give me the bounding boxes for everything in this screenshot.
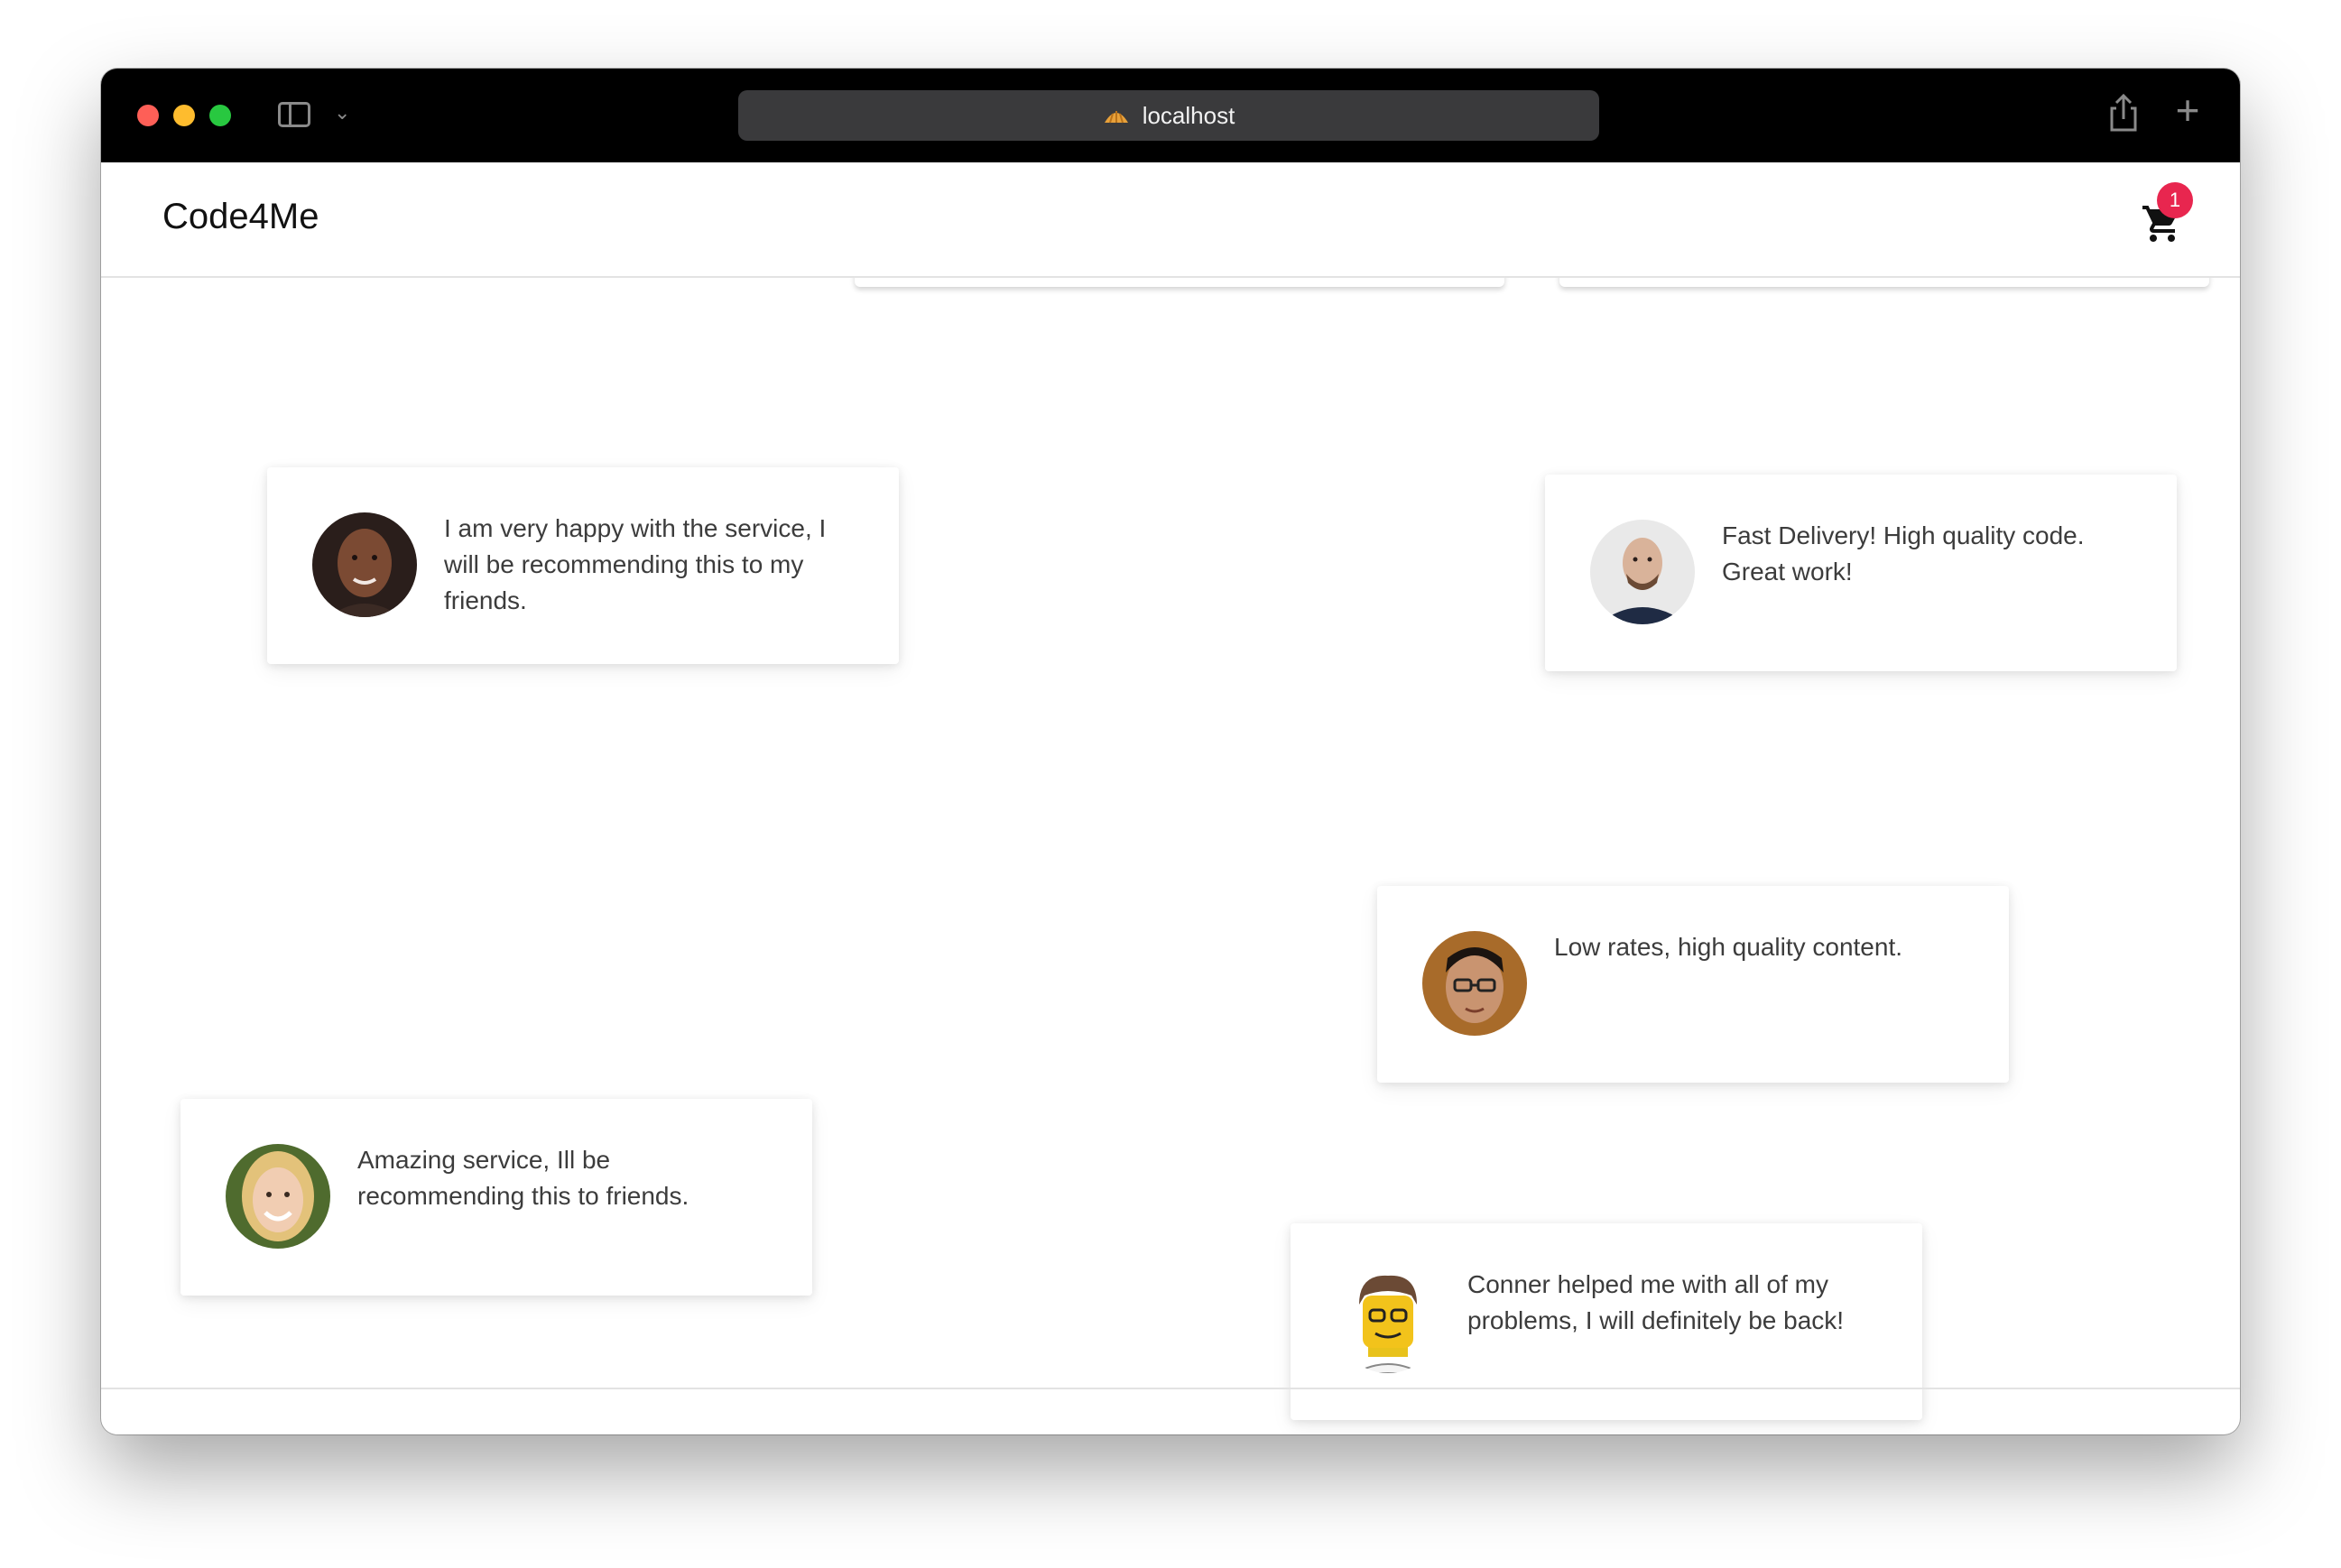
woman-dark-hair-avatar-icon xyxy=(312,512,417,617)
maximize-window-button[interactable] xyxy=(209,105,231,126)
close-window-button[interactable] xyxy=(137,105,159,126)
testimonial-card: Amazing service, Ill be recommending thi… xyxy=(180,1099,812,1296)
avatar xyxy=(1336,1268,1440,1373)
share-icon[interactable] xyxy=(2108,94,2139,132)
avatar xyxy=(1590,520,1695,624)
woman-blonde-avatar-icon xyxy=(226,1144,330,1249)
divider xyxy=(101,1388,2240,1389)
address-text: localhost xyxy=(1142,101,1235,129)
lego-figure-avatar-icon xyxy=(1336,1268,1440,1373)
address-bar[interactable]: localhost xyxy=(738,90,1599,141)
site-favicon-icon xyxy=(1104,111,1128,124)
sidebar-toggle-icon[interactable] xyxy=(278,102,310,127)
avatar xyxy=(312,512,417,617)
brand-logo[interactable]: Code4Me xyxy=(162,197,319,237)
testimonial-text: Amazing service, Ill be recommending thi… xyxy=(357,1146,689,1210)
man-glasses-avatar-icon xyxy=(1422,931,1527,1036)
testimonial-text: Conner helped me with all of my problems… xyxy=(1467,1270,1845,1334)
page: ⌄ localhost + Code4Me 1 I am very happy … xyxy=(0,0,2341,1568)
browser-window: ⌄ localhost + Code4Me 1 I am very happy … xyxy=(101,69,2240,1434)
avatar xyxy=(1422,931,1527,1036)
cart-count-badge: 1 xyxy=(2157,182,2193,218)
testimonial-text: Low rates, high quality content. xyxy=(1554,933,1903,961)
avatar xyxy=(226,1144,330,1249)
new-tab-icon[interactable]: + xyxy=(2170,89,2206,131)
browser-titlebar: ⌄ localhost + xyxy=(101,69,2240,162)
testimonial-text: I am very happy with the service, I will… xyxy=(444,514,827,614)
app-header: Code4Me 1 xyxy=(101,162,2240,278)
testimonial-card: Conner helped me with all of my problems… xyxy=(1291,1223,1922,1420)
testimonial-text: Fast Delivery! High quality code. Great … xyxy=(1722,521,2085,586)
man-bald-avatar-icon xyxy=(1590,520,1695,624)
chevron-down-icon[interactable]: ⌄ xyxy=(334,103,350,123)
testimonials-section: I am very happy with the service, I will… xyxy=(101,269,2240,1420)
testimonial-card: I am very happy with the service, I will… xyxy=(267,467,899,664)
testimonial-card: Fast Delivery! High quality code. Great … xyxy=(1545,475,2177,671)
minimize-window-button[interactable] xyxy=(173,105,195,126)
testimonial-card: Low rates, high quality content. xyxy=(1377,886,2009,1083)
